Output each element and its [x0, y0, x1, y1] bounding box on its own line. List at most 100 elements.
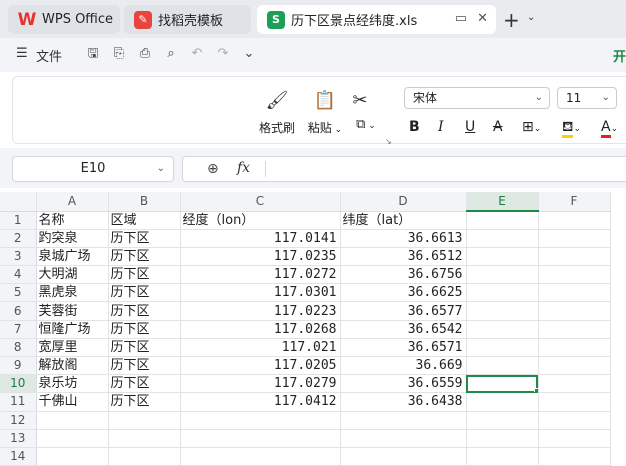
cell-a7[interactable]: 恒隆广场	[36, 320, 109, 339]
cell-c2[interactable]: 117.0141	[180, 229, 341, 248]
row-header[interactable]: 8	[0, 338, 37, 358]
cell-e3[interactable]	[466, 247, 539, 267]
cell-f5[interactable]	[538, 283, 611, 303]
cell-a1[interactable]: 名称	[36, 211, 109, 230]
fill-color-icon[interactable]: ⛾⌄	[562, 119, 581, 138]
cell-a13[interactable]	[36, 429, 109, 448]
cell-d11[interactable]: 36.6438	[340, 392, 467, 412]
column-header-a[interactable]: A	[36, 192, 109, 212]
column-header-c[interactable]: C	[180, 192, 341, 212]
cell-c4[interactable]: 117.0272	[180, 265, 341, 285]
tab-wps-office[interactable]: W WPS Office	[8, 5, 120, 34]
row-header[interactable]: 6	[0, 301, 37, 321]
cell-b7[interactable]: 历下区	[108, 320, 181, 339]
row-header[interactable]: 13	[0, 429, 37, 448]
cell-d6[interactable]: 36.6577	[340, 301, 467, 321]
cell-d1[interactable]: 纬度（lat）	[340, 211, 467, 230]
cell-c9[interactable]: 117.0205	[180, 356, 341, 376]
window-icon[interactable]: ▭	[455, 11, 467, 26]
cell-c1[interactable]: 经度（lon）	[180, 211, 341, 230]
column-header-d[interactable]: D	[340, 192, 467, 212]
cell-d7[interactable]: 36.6542	[340, 320, 467, 339]
cell-d10[interactable]: 36.6559	[340, 374, 467, 394]
row-header[interactable]: 14	[0, 447, 37, 466]
cell-f4[interactable]	[538, 265, 611, 285]
cell-e2[interactable]	[466, 229, 539, 248]
cell-d12[interactable]	[340, 411, 467, 430]
format-painter-button[interactable]: 🖌 格式刷	[257, 87, 297, 136]
row-header[interactable]: 4	[0, 265, 37, 285]
print-icon[interactable]: ⎙	[138, 47, 152, 61]
hamburger-icon[interactable]: ☰	[16, 46, 28, 61]
cell-e14[interactable]	[466, 447, 539, 466]
cell-b6[interactable]: 历下区	[108, 301, 181, 321]
cell-f7[interactable]	[538, 320, 611, 339]
cut-button[interactable]: ✂	[347, 87, 373, 119]
font-size-select[interactable]: 11 ⌄	[557, 87, 617, 109]
cell-b10[interactable]: 历下区	[108, 374, 181, 394]
cell-f1[interactable]	[538, 211, 611, 230]
name-box[interactable]: E10 ⌄	[12, 156, 174, 182]
tab-start[interactable]: 开	[613, 46, 626, 65]
row-header[interactable]: 2	[0, 229, 37, 248]
cell-c7[interactable]: 117.0268	[180, 320, 341, 339]
cell-a3[interactable]: 泉城广场	[36, 247, 109, 267]
tab-spreadsheet[interactable]: S 历下区景点经纬度.xls ▭ ✕	[257, 5, 496, 34]
cell-b4[interactable]: 历下区	[108, 265, 181, 285]
cell-c11[interactable]: 117.0412	[180, 392, 341, 412]
cell-e13[interactable]	[466, 429, 539, 448]
row-header[interactable]: 12	[0, 411, 37, 430]
chevron-down-icon[interactable]: ⌄	[527, 12, 535, 23]
cell-d13[interactable]	[340, 429, 467, 448]
cell-f12[interactable]	[538, 411, 611, 430]
function-icon[interactable]: fx	[237, 160, 250, 176]
cell-c10[interactable]: 117.0279	[180, 374, 341, 394]
cell-c8[interactable]: 117.021	[180, 338, 341, 358]
copy-button[interactable]: ⧉ ⌄	[347, 117, 385, 132]
export-icon[interactable]: ⎘	[112, 47, 126, 61]
cell-b9[interactable]: 历下区	[108, 356, 181, 376]
column-header-e[interactable]: E	[466, 192, 539, 212]
cell-e8[interactable]	[466, 338, 539, 358]
cell-a5[interactable]: 黑虎泉	[36, 283, 109, 303]
cell-f8[interactable]	[538, 338, 611, 358]
cell-a2[interactable]: 趵突泉	[36, 229, 109, 248]
cell-b14[interactable]	[108, 447, 181, 466]
cell-e7[interactable]	[466, 320, 539, 339]
file-menu[interactable]: 文件	[36, 46, 62, 65]
cell-b2[interactable]: 历下区	[108, 229, 181, 248]
cell-e11[interactable]	[466, 392, 539, 412]
fill-handle[interactable]	[533, 388, 537, 392]
cell-f13[interactable]	[538, 429, 611, 448]
formula-input[interactable]: ⊕ fx	[182, 156, 626, 182]
cell-b5[interactable]: 历下区	[108, 283, 181, 303]
cell-b3[interactable]: 历下区	[108, 247, 181, 267]
cell-b1[interactable]: 区域	[108, 211, 181, 230]
font-color-icon[interactable]: A⌄	[601, 119, 618, 138]
cell-f9[interactable]	[538, 356, 611, 376]
cell-e1[interactable]	[466, 211, 539, 230]
cell-a12[interactable]	[36, 411, 109, 430]
cell-e6[interactable]	[466, 301, 539, 321]
cell-e12[interactable]	[466, 411, 539, 430]
zoom-icon[interactable]: ⊕	[207, 161, 219, 177]
cell-f11[interactable]	[538, 392, 611, 412]
row-header[interactable]: 5	[0, 283, 37, 303]
save-icon[interactable]: 🖫	[86, 47, 100, 61]
cell-f14[interactable]	[538, 447, 611, 466]
cell-c6[interactable]: 117.0223	[180, 301, 341, 321]
cell-a10[interactable]: 泉乐坊	[36, 374, 109, 394]
cell-e4[interactable]	[466, 265, 539, 285]
cell-a11[interactable]: 千佛山	[36, 392, 109, 412]
bold-button[interactable]: B	[409, 119, 420, 135]
cell-d3[interactable]: 36.6512	[340, 247, 467, 267]
cell-a14[interactable]	[36, 447, 109, 466]
row-header[interactable]: 7	[0, 320, 37, 339]
cell-d4[interactable]: 36.6756	[340, 265, 467, 285]
row-header[interactable]: 9	[0, 356, 37, 376]
tab-templates[interactable]: ✎ 找稻壳模板	[124, 5, 251, 34]
column-header-b[interactable]: B	[108, 192, 181, 212]
cell-a9[interactable]: 解放阁	[36, 356, 109, 376]
row-header[interactable]: 1	[0, 211, 37, 230]
print-preview-icon[interactable]: ⌕	[164, 47, 178, 61]
